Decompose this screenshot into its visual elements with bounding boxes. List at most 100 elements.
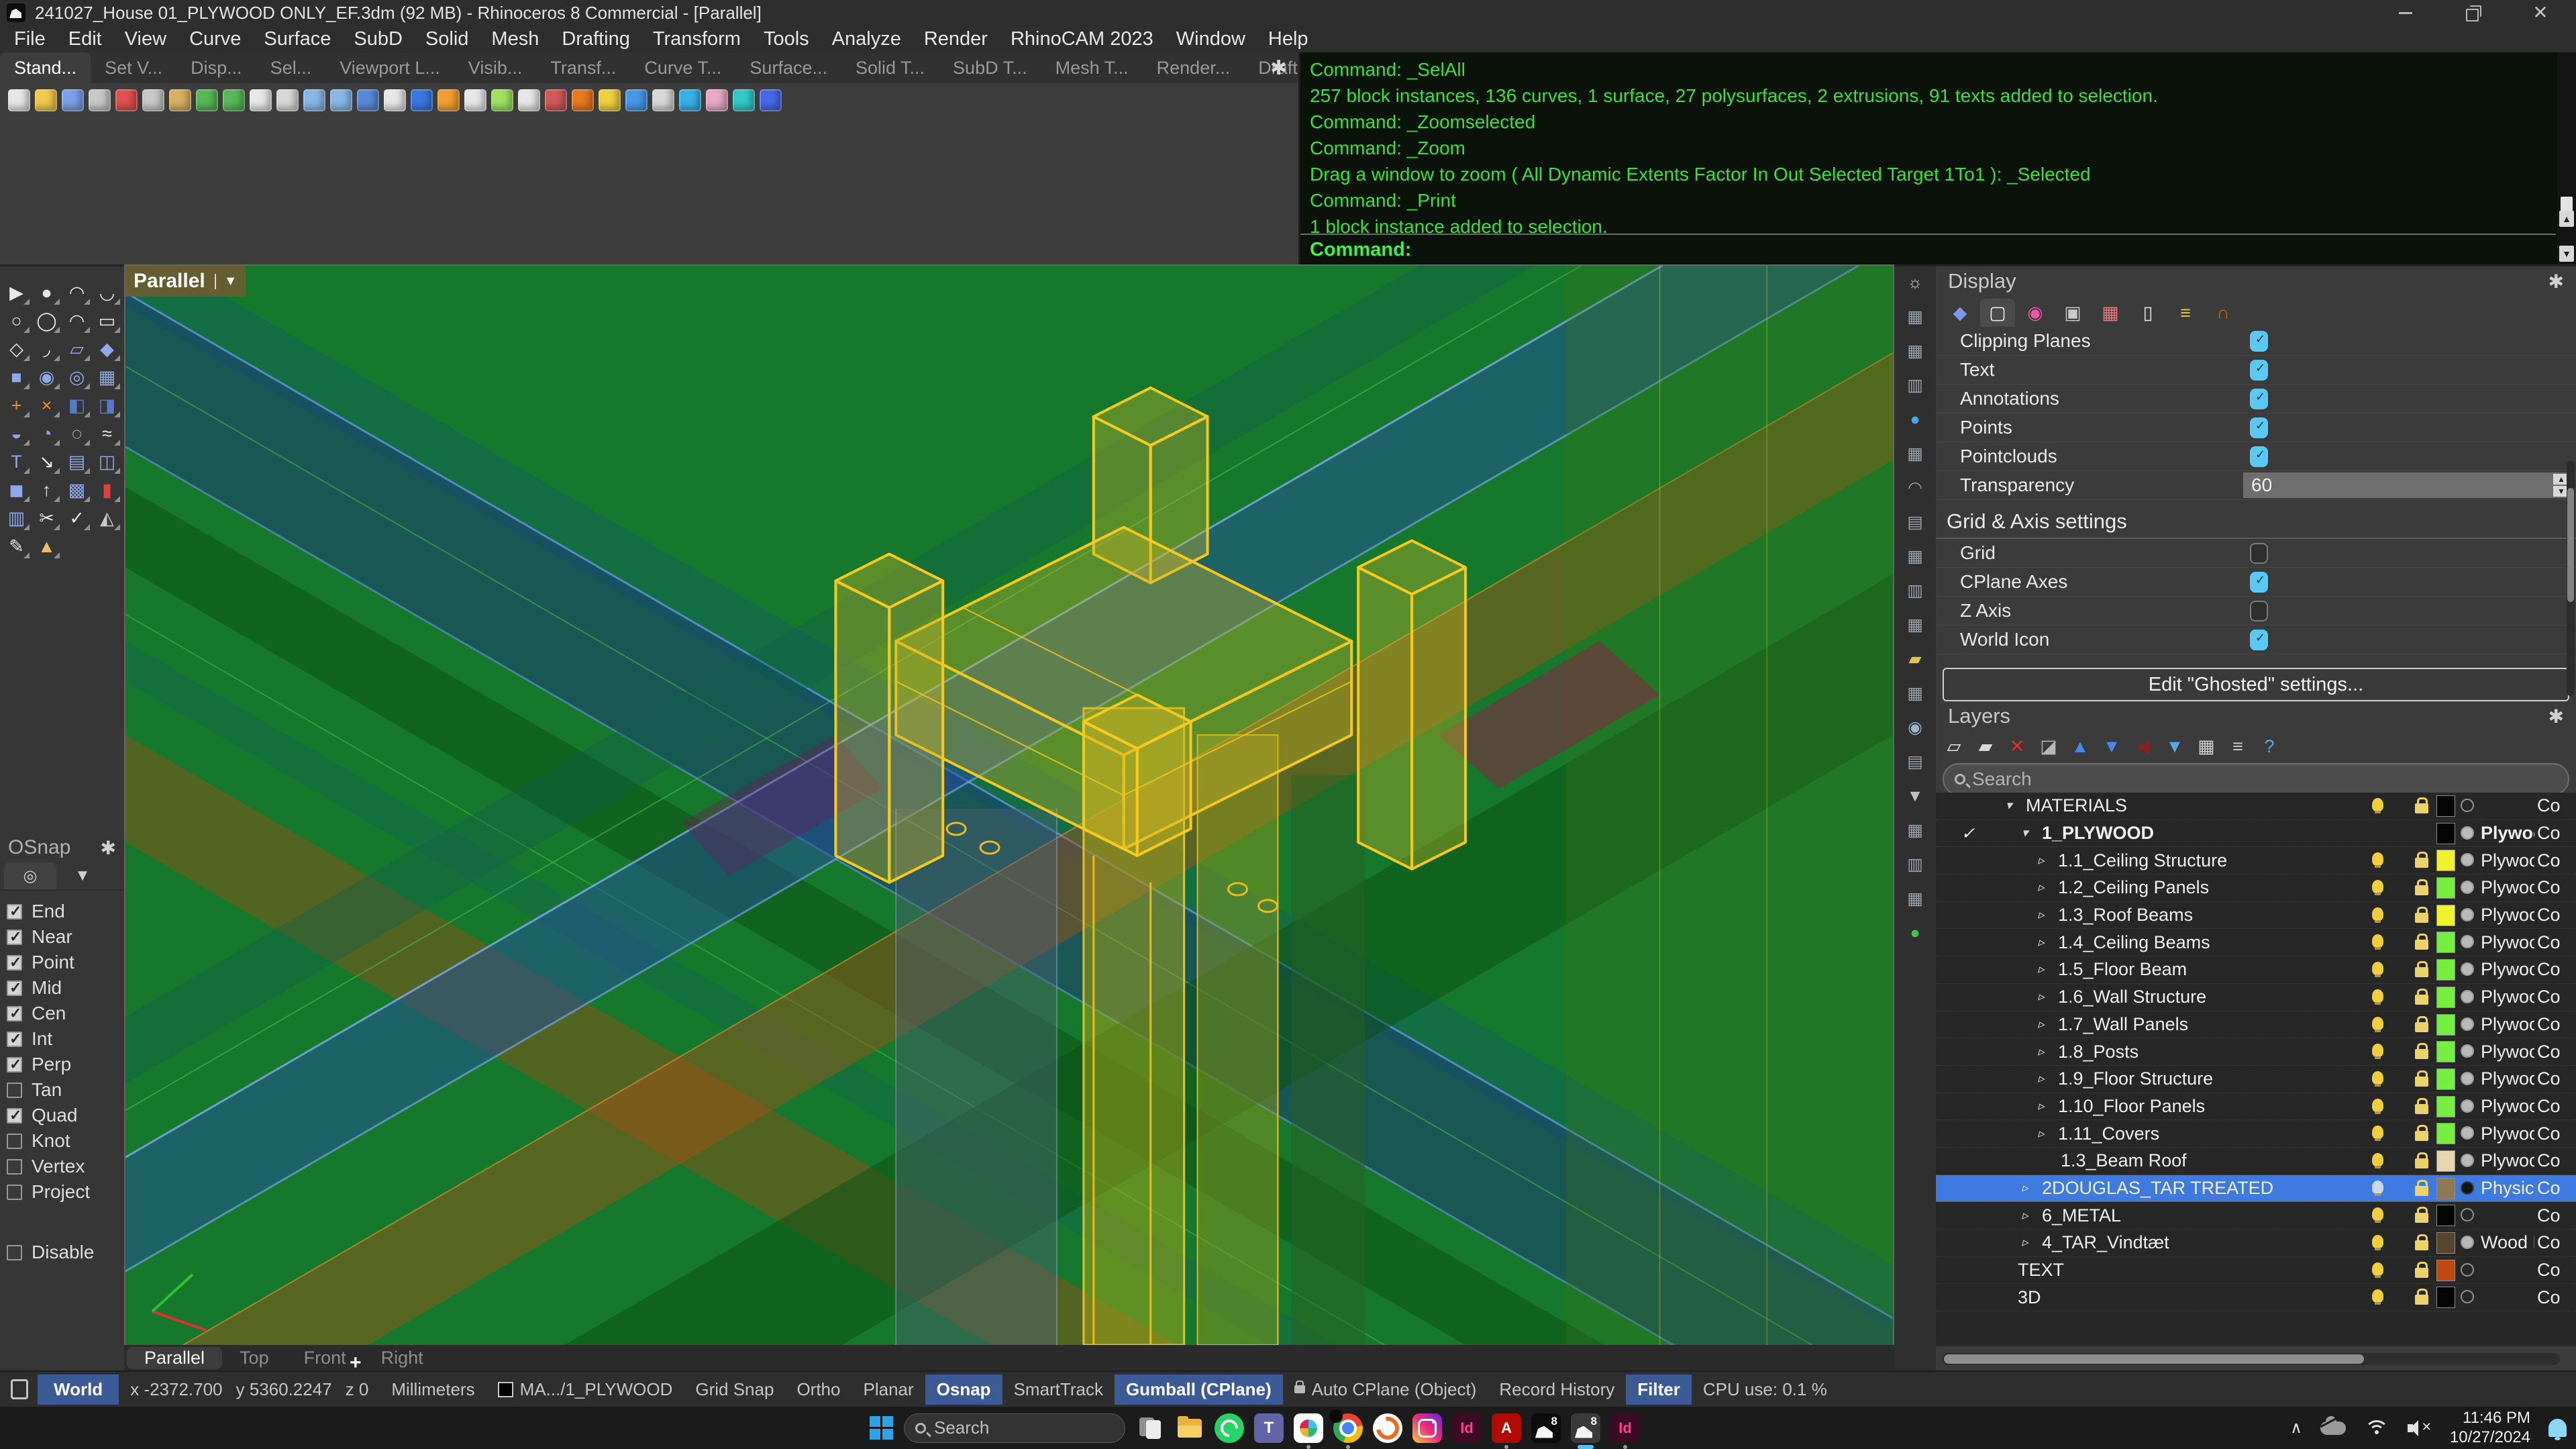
current-layer-chip[interactable]: MA.../1_PLYWOOD <box>486 1379 684 1400</box>
layer-color-swatch[interactable] <box>2436 905 2455 926</box>
scroll-down-icon[interactable]: ▼ <box>2559 246 2574 262</box>
layer-lock-icon[interactable] <box>2415 913 2428 923</box>
layer-on-bulb-icon[interactable] <box>2372 1017 2383 1030</box>
maximize-icon[interactable] <box>2465 4 2482 21</box>
layer-linetype[interactable]: Co <box>2537 1178 2576 1199</box>
panel-icon[interactable]: ▦ <box>1902 440 1928 467</box>
layer-color-swatch[interactable] <box>2436 1260 2455 1281</box>
toggle-checkbox[interactable] <box>2250 543 2268 564</box>
toggle-checkbox[interactable] <box>2250 446 2268 467</box>
layer-on-bulb-icon[interactable] <box>2372 989 2383 1003</box>
status-toggle[interactable]: Planar <box>852 1375 925 1405</box>
layer-tool-icon[interactable]: ▰ <box>1975 736 1996 757</box>
layer-material-icon[interactable] <box>2461 990 2474 1003</box>
tool-icon[interactable]: T <box>1 448 32 476</box>
status-toggle[interactable]: Gumball (CPlane) <box>1115 1375 1283 1405</box>
layer-on-bulb-icon[interactable] <box>2372 1071 2383 1085</box>
toolbar-icon[interactable] <box>652 89 674 111</box>
tool-icon[interactable]: ◒ <box>1 419 32 448</box>
tool-icon[interactable]: ↑ <box>32 476 62 504</box>
toolbar-gear-icon[interactable]: ✱ <box>1270 56 2567 80</box>
tool-icon[interactable]: ◨ <box>92 391 122 419</box>
tray-expand-icon[interactable]: ∧ <box>2290 1418 2302 1438</box>
status-toggle[interactable]: Osnap <box>925 1375 1002 1405</box>
tool-icon[interactable]: ✂ <box>32 504 62 532</box>
instagram-icon[interactable] <box>1412 1413 1442 1443</box>
layer-on-bulb-icon[interactable] <box>2372 880 2383 893</box>
layer-row[interactable]: ✓ 3D Co <box>1936 1284 2576 1311</box>
layer-color-swatch[interactable] <box>2436 795 2455 817</box>
toolbar-tab[interactable]: Render... <box>1143 52 1245 83</box>
osnap-option[interactable]: Mid <box>7 975 124 1001</box>
display-tab-icon[interactable]: ∩ <box>2206 299 2240 327</box>
layer-color-swatch[interactable] <box>2436 850 2455 871</box>
windows-start-icon[interactable] <box>870 1416 894 1440</box>
layer-linetype[interactable]: Co <box>2537 959 2576 980</box>
menu-item[interactable]: Analyze <box>821 28 913 50</box>
panel-icon[interactable]: ▦ <box>1902 303 1928 330</box>
tool-icon[interactable]: + <box>1 391 32 419</box>
expand-arrow-icon[interactable]: ▹ <box>2038 989 2054 1005</box>
slack-icon[interactable] <box>1294 1413 1323 1443</box>
osnap-checkbox[interactable] <box>7 1108 22 1123</box>
acrobat-icon[interactable]: A <box>1492 1413 1521 1443</box>
volume-muted-icon[interactable]: ✕ <box>2408 1419 2432 1438</box>
display-panel-scrollbar[interactable] <box>2567 461 2575 696</box>
scroll-up-icon[interactable]: ▲ <box>2559 211 2574 227</box>
panel-icon[interactable]: ▰ <box>1902 646 1928 672</box>
expand-arrow-icon[interactable]: ▹ <box>2038 1099 2054 1114</box>
layer-color-swatch[interactable] <box>2436 959 2455 981</box>
tool-icon[interactable]: ◞ <box>32 335 62 363</box>
panel-icon[interactable]: ▦ <box>1902 611 1928 638</box>
layer-lock-icon[interactable] <box>2415 858 2428 868</box>
osnap-gear-icon[interactable]: ✱ <box>101 837 116 859</box>
layer-material-name[interactable]: Physica <box>2481 1178 2534 1199</box>
toolbar-tab[interactable]: Viewport L... <box>325 52 454 83</box>
expand-arrow-icon[interactable]: ▹ <box>2038 1044 2054 1060</box>
expand-arrow-icon[interactable]: ▹ <box>2022 1235 2038 1250</box>
layer-lock-icon[interactable] <box>2415 1186 2428 1196</box>
expand-arrow-icon[interactable]: ▹ <box>2038 1126 2054 1142</box>
expand-arrow-icon[interactable]: ▹ <box>2038 907 2054 923</box>
layer-lock-icon[interactable] <box>2415 1131 2428 1141</box>
toolbar-icon[interactable] <box>760 89 782 111</box>
layer-row[interactable]: ✓ ▹ 1.10_Floor Panels Plywoo Co <box>1936 1093 2576 1121</box>
file-explorer-icon[interactable] <box>1175 1413 1204 1443</box>
layer-material-icon[interactable] <box>2461 1099 2474 1113</box>
toolbar-icon[interactable] <box>35 89 57 111</box>
current-layer-cell[interactable]: ✓ <box>1936 823 2000 844</box>
layer-color-swatch[interactable] <box>2436 823 2455 844</box>
layer-on-bulb-icon[interactable] <box>2372 852 2383 866</box>
layer-material-icon[interactable] <box>2461 908 2474 921</box>
layer-linetype[interactable]: Co <box>2537 1068 2576 1089</box>
status-toggle[interactable]: Ortho <box>785 1375 852 1405</box>
tool-icon[interactable]: ▱ <box>62 335 92 363</box>
layer-on-bulb-icon[interactable] <box>2372 1153 2383 1166</box>
layer-linetype[interactable]: Co <box>2537 1150 2576 1171</box>
osnap-checkbox[interactable] <box>7 1083 22 1098</box>
panel-icon[interactable]: ▥ <box>1902 577 1928 604</box>
layer-lock-icon[interactable] <box>2415 1077 2428 1087</box>
layer-search[interactable] <box>1943 763 2569 795</box>
toolbar-icon[interactable] <box>411 89 433 111</box>
layer-row[interactable]: ✓ ▹ 1.2_Ceiling Panels Plywoo Co <box>1936 875 2576 902</box>
layer-material-name[interactable]: Plywoo <box>2481 1123 2534 1144</box>
panel-icon[interactable]: ▥ <box>1902 372 1928 399</box>
panel-icon[interactable]: ◉ <box>1902 714 1928 741</box>
display-tab-icon[interactable]: ▢ <box>1980 299 2015 327</box>
tool-icon[interactable]: ✓ <box>62 504 92 532</box>
layer-lock-icon[interactable] <box>2415 1240 2428 1250</box>
layer-color-swatch[interactable] <box>2436 1205 2455 1226</box>
menu-item[interactable]: Window <box>1165 28 1257 50</box>
layer-linetype[interactable]: Co <box>2537 932 2576 953</box>
layer-row[interactable]: ✓ TEXT Co <box>1936 1257 2576 1285</box>
layer-on-bulb-icon[interactable] <box>2372 1044 2383 1057</box>
layer-material-name[interactable]: Plywoo <box>2481 1042 2534 1062</box>
layer-tool-icon[interactable]: ≡ <box>2228 736 2248 757</box>
layer-linetype[interactable]: Co <box>2537 1042 2576 1062</box>
layer-material-name[interactable]: Plywoo <box>2481 1014 2534 1035</box>
layer-lock-icon[interactable] <box>2415 1213 2428 1223</box>
viewport-3d[interactable]: Parallel ▼ <box>124 264 1894 1345</box>
layer-material-name[interactable]: Plywoo <box>2481 877 2534 898</box>
taskbar-search[interactable] <box>904 1413 1125 1443</box>
